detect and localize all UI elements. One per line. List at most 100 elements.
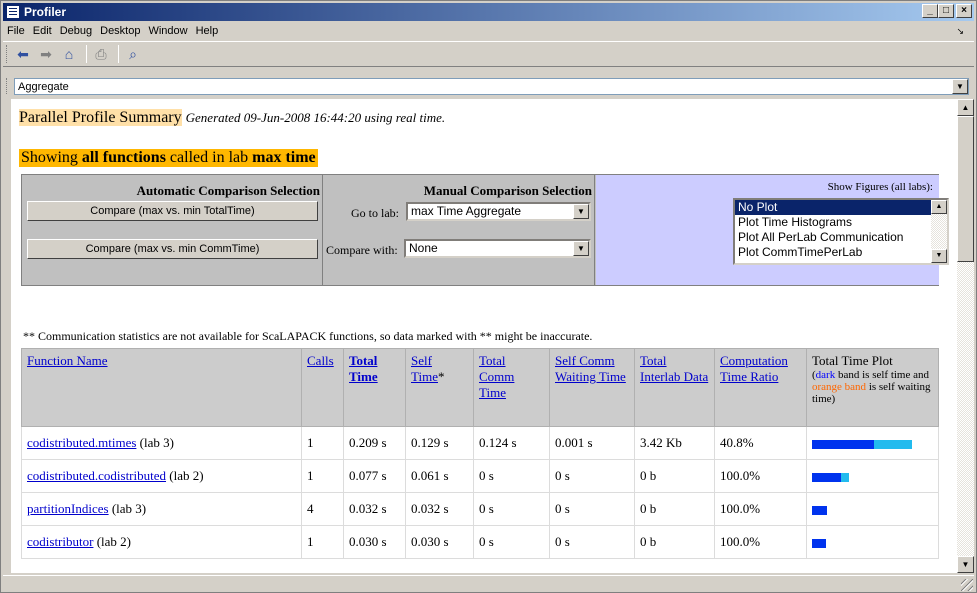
cell-comm-time: 0 s <box>473 459 550 493</box>
cell-total-time: 0.077 s <box>343 459 406 493</box>
comm-time-bar <box>841 472 849 482</box>
scalapack-note: ** Communication statistics are not avai… <box>23 329 593 343</box>
cell-time-plot <box>806 426 939 460</box>
col-calls[interactable]: Calls <box>301 348 344 427</box>
figure-option-commtime-perlab[interactable]: Plot CommTimePerLab <box>735 245 947 260</box>
showing-mid: called in lab <box>165 149 253 166</box>
col-computation-time-ratio[interactable]: Computation Time Ratio <box>714 348 807 427</box>
compare-totaltime-button[interactable]: Compare (max vs. min TotalTime) <box>27 201 318 221</box>
function-table: Function Name Calls Total Time Self Time… <box>21 348 939 559</box>
cell-total-time: 0.032 s <box>343 492 406 526</box>
menu-edit[interactable]: Edit <box>29 25 56 37</box>
cell-total-time: 0.030 s <box>343 525 406 559</box>
plot-legend: (dark band is self time and orange band … <box>812 369 933 405</box>
showing-banner: Showing all functions called in lab max … <box>19 149 318 167</box>
sort-interlab-data-link[interactable]: Total Interlab Data <box>640 353 708 384</box>
sort-comm-time-link[interactable]: Total Comm Time <box>479 353 514 400</box>
cell-waiting-time: 0 s <box>549 525 635 559</box>
address-grip[interactable] <box>6 78 9 94</box>
figures-listbox[interactable]: No Plot Plot Time Histograms Plot All Pe… <box>733 198 949 265</box>
cell-function: codistributor (lab 2) <box>21 525 302 559</box>
profiler-window: Profiler _ □ × File Edit Debug Desktop W… <box>0 0 977 593</box>
minimize-button[interactable]: _ <box>922 4 938 18</box>
legend-dark: dark <box>815 369 836 381</box>
menu-overflow-icon[interactable]: ↘ <box>952 26 968 37</box>
sort-self-time-link[interactable]: Self Time <box>411 353 438 384</box>
col-total-time[interactable]: Total Time <box>343 348 406 427</box>
figure-option-no-plot[interactable]: No Plot <box>735 200 947 215</box>
report-content: Parallel Profile Summary Generated 09-Ju… <box>11 99 957 573</box>
chevron-down-icon[interactable]: ▼ <box>573 204 589 219</box>
cell-interlab-data: 0 b <box>634 459 715 493</box>
col-self-time[interactable]: Self Time* <box>405 348 474 427</box>
address-dropdown[interactable]: Aggregate ▼ <box>14 78 969 95</box>
home-icon[interactable]: ⌂ <box>59 44 79 64</box>
toolbar: ⬅ ➡ ⌂ ⎙ ⌕ <box>3 41 974 67</box>
vertical-scrollbar[interactable]: ▲ ▼ <box>957 99 974 573</box>
function-link[interactable]: codistributed.codistributed <box>27 468 166 483</box>
title-bar[interactable]: Profiler _ □ × <box>3 3 974 21</box>
showing-scope: all functions <box>81 149 166 166</box>
scroll-up-icon[interactable]: ▲ <box>957 99 974 116</box>
menu-file[interactable]: File <box>3 25 29 37</box>
sort-waiting-time-link[interactable]: Self Comm Waiting Time <box>555 353 626 384</box>
cell-comm-time: 0.124 s <box>473 426 550 460</box>
table-row: codistributed.mtimes (lab 3) 1 0.209 s 0.12… <box>21 426 939 460</box>
legend-mid: band is self time and <box>835 369 930 381</box>
close-button[interactable]: × <box>956 4 972 18</box>
table-row: codistributed.codistributed (lab 2) 1 0.07… <box>21 459 939 493</box>
menu-debug[interactable]: Debug <box>56 25 96 37</box>
sort-total-time-link[interactable]: Total Time <box>349 353 378 384</box>
menu-window[interactable]: Window <box>144 25 191 37</box>
figure-option-perlab-communication[interactable]: Plot All PerLab Communication <box>735 230 947 245</box>
cell-calls: 4 <box>301 492 344 526</box>
scroll-down-icon[interactable]: ▼ <box>931 249 947 263</box>
cell-interlab-data: 0 b <box>634 525 715 559</box>
scroll-up-icon[interactable]: ▲ <box>931 200 947 214</box>
automatic-header: Automatic Comparison Selection <box>136 183 320 198</box>
chevron-down-icon[interactable]: ▼ <box>952 79 968 94</box>
figure-option-time-histograms[interactable]: Plot Time Histograms <box>735 215 947 230</box>
sort-ratio-link[interactable]: Computation Time Ratio <box>720 353 788 384</box>
resize-grip-icon[interactable] <box>961 579 973 591</box>
compare-commtime-button[interactable]: Compare (max vs. min CommTime) <box>27 239 318 259</box>
self-time-bar <box>812 505 827 515</box>
address-value: Aggregate <box>18 81 69 93</box>
back-arrow-icon[interactable]: ⬅ <box>13 44 33 64</box>
cell-waiting-time: 0 s <box>549 492 635 526</box>
sort-calls-link[interactable]: Calls <box>307 353 334 368</box>
function-link[interactable]: partitionIndices <box>27 501 109 516</box>
compare-with-select[interactable]: None ▼ <box>404 239 591 258</box>
col-total-time-plot: Total Time Plot (dark band is self time … <box>806 348 939 427</box>
col-total-comm-time[interactable]: Total Comm Time <box>473 348 550 427</box>
function-link[interactable]: codistributed.mtimes <box>27 435 136 450</box>
function-link[interactable]: codistributor <box>27 534 93 549</box>
cell-interlab-data: 0 b <box>634 492 715 526</box>
toolbar-grip[interactable] <box>6 45 9 63</box>
scrollbar-thumb[interactable] <box>957 116 974 262</box>
toolbar-divider <box>86 45 87 63</box>
cell-self-time: 0.030 s <box>405 525 474 559</box>
print-icon[interactable]: ⎙ <box>91 44 111 64</box>
menu-desktop[interactable]: Desktop <box>96 25 144 37</box>
find-binoculars-icon[interactable]: ⌕ <box>123 44 143 64</box>
cell-calls: 1 <box>301 525 344 559</box>
listbox-scrollbar[interactable]: ▲ ▼ <box>931 200 947 263</box>
col-function-name[interactable]: Function Name <box>21 348 302 427</box>
col-total-interlab-data[interactable]: Total Interlab Data <box>634 348 715 427</box>
maximize-button[interactable]: □ <box>938 4 954 18</box>
cell-function: codistributed.codistributed (lab 2) <box>21 459 302 493</box>
cell-time-plot <box>806 525 939 559</box>
cell-function: codistributed.mtimes (lab 3) <box>21 426 302 460</box>
goto-lab-select[interactable]: max Time Aggregate ▼ <box>406 202 591 221</box>
manual-header: Manual Comparison Selection <box>423 183 592 198</box>
status-bar <box>3 575 974 592</box>
menu-help[interactable]: Help <box>192 25 223 37</box>
chevron-down-icon[interactable]: ▼ <box>573 241 589 256</box>
legend-orange: orange band <box>812 381 867 393</box>
sort-function-name-link[interactable]: Function Name <box>27 353 108 368</box>
forward-arrow-icon[interactable]: ➡ <box>36 44 56 64</box>
scroll-down-icon[interactable]: ▼ <box>957 556 974 573</box>
automatic-comparison: Automatic Comparison Selection Compare (… <box>22 175 323 285</box>
col-self-comm-waiting-time[interactable]: Self Comm Waiting Time <box>549 348 635 427</box>
